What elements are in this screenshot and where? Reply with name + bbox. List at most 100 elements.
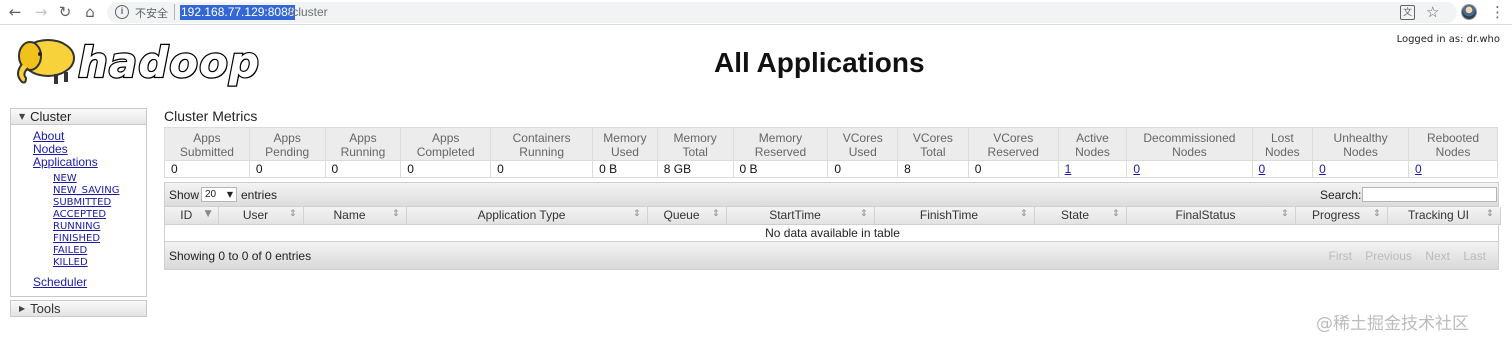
sidebar-link-scheduler[interactable]: Scheduler [33, 276, 87, 289]
sort-icon: ⇕ [1280, 209, 1289, 219]
metric-header: Unhealthy Nodes [1312, 127, 1410, 161]
metric-value: 0 B [592, 160, 658, 178]
sort-icon: ⇕ [1111, 209, 1120, 219]
logged-in-user: Logged in as: dr.who [1396, 34, 1500, 45]
column-header-queue[interactable]: Queue ⇕ [647, 207, 727, 225]
sort-icon: ⇕ [711, 209, 720, 219]
metric-value: 8 [897, 160, 969, 178]
sidebar-link-failed[interactable]: FAILED [53, 245, 87, 257]
hadoop-elephant-icon [17, 39, 75, 84]
column-header-id[interactable]: ID ▼ [165, 207, 219, 225]
browser-toolbar: ← → ↻ ⌂ i 不安全 192.168.77.129:8088 /clust… [0, 0, 1512, 25]
column-header-name[interactable]: Name ⇕ [303, 207, 407, 225]
metric-value: 0 B [732, 160, 829, 178]
url-divider [174, 4, 175, 20]
active-nodes-link[interactable]: 1 [1065, 162, 1072, 176]
hadoop-logo[interactable]: hadoop [10, 34, 260, 90]
rebooted-nodes-link[interactable]: 0 [1415, 162, 1422, 176]
column-header-application-type[interactable]: Application Type ⇕ [406, 207, 648, 225]
metric-value: 0 [400, 160, 492, 178]
sort-icon: ⇕ [1485, 209, 1494, 219]
pager-next-button[interactable]: Next [1425, 249, 1450, 263]
entries-label: entries [241, 188, 278, 202]
search-label: Search: [1320, 188, 1362, 202]
url-path[interactable]: /cluster [289, 5, 328, 20]
triangle-down-icon: ▼ [19, 112, 26, 121]
metric-value: 0 [827, 160, 899, 178]
metric-value: 0 [324, 160, 402, 178]
metric-value: 0 [490, 160, 594, 178]
sidebar-link-new-saving[interactable]: NEW_SAVING [53, 185, 119, 197]
unhealthy-nodes-link[interactable]: 0 [1319, 162, 1326, 176]
sidebar-cluster-panel: ▼ Cluster About Nodes Applications NEW NE… [10, 108, 147, 297]
metric-header: Apps Pending [248, 127, 326, 161]
logo-text: hadoop [77, 37, 261, 88]
metric-value: 0 [248, 160, 326, 178]
bookmark-star-icon[interactable]: ☆ [1426, 3, 1439, 21]
metric-header: Rebooted Nodes [1408, 127, 1498, 161]
sort-icon: ⇕ [391, 209, 400, 219]
sidebar-link-killed[interactable]: KILLED [53, 257, 88, 269]
column-header-progress[interactable]: Progress ⇕ [1295, 207, 1388, 225]
sidebar-link-finished[interactable]: FINISHED [53, 233, 100, 245]
metric-value: 0 [967, 160, 1059, 178]
url-host[interactable]: 192.168.77.129:8088 [180, 5, 296, 20]
metric-header: Containers Running [490, 127, 594, 161]
info-icon[interactable]: i [115, 5, 129, 19]
cluster-panel-header[interactable]: ▼ Cluster [11, 109, 146, 125]
metric-header: Decommissioned Nodes [1126, 127, 1253, 161]
caret-down-icon: ▼ [226, 190, 233, 199]
translate-icon[interactable]: 文 [1400, 5, 1415, 20]
metric-header: VCores Used [827, 127, 899, 161]
sort-desc-icon: ▼ [204, 209, 212, 219]
sidebar-link-running[interactable]: RUNNING [53, 221, 100, 233]
column-header-tracking-ui[interactable]: Tracking UI ⇕ [1387, 207, 1501, 225]
sidebar-link-new[interactable]: NEW [53, 173, 77, 185]
applications-table-wrapper: Show 20 ▼ entries Search: ID ▼ User ⇕ Name… [164, 182, 1501, 270]
column-header-starttime[interactable]: StartTime ⇕ [726, 207, 875, 225]
sort-icon: ⇕ [632, 209, 641, 219]
home-icon[interactable]: ⌂ [80, 2, 100, 22]
address-bar[interactable]: i 不安全 192.168.77.129:8088 /cluster 文 ☆ [107, 2, 1457, 23]
metric-header: Apps Submitted [164, 127, 250, 161]
metric-value-cell: 0 [1126, 160, 1253, 178]
cluster-metrics-table: Apps Submitted Apps Pending Apps Running Ap… [164, 127, 1498, 178]
pager-first-button[interactable]: First [1329, 249, 1352, 263]
back-arrow-icon[interactable]: ← [5, 2, 25, 22]
metric-value-cell: 1 [1057, 160, 1128, 178]
column-header-user[interactable]: User ⇕ [218, 207, 304, 225]
table-footer: Showing 0 to 0 of 0 entries First Previo… [165, 241, 1498, 269]
metric-header: Memory Reserved [732, 127, 829, 161]
sidebar-link-accepted[interactable]: ACCEPTED [53, 209, 106, 221]
browser-menu-icon[interactable]: ⋮ [1490, 3, 1505, 21]
insecure-label: 不安全 [135, 7, 168, 20]
column-header-state[interactable]: State ⇕ [1034, 207, 1127, 225]
reload-icon[interactable]: ↻ [55, 2, 75, 22]
metric-header: Lost Nodes [1251, 127, 1314, 161]
lost-nodes-link[interactable]: 0 [1259, 162, 1266, 176]
watermark: @稀土掘金技术社区 [1316, 314, 1469, 334]
cluster-metrics-caption: Cluster Metrics [164, 108, 258, 124]
sidebar-link-applications[interactable]: Applications [33, 156, 98, 169]
entries-select[interactable]: 20 ▼ [201, 187, 237, 202]
column-header-finishtime[interactable]: FinishTime ⇕ [874, 207, 1035, 225]
show-label: Show [169, 188, 200, 202]
metrics-values-row: 0 0 0 0 0 0 B 8 GB 0 B 0 8 0 1 0 0 0 0 [164, 160, 1498, 178]
metric-header: Memory Total [656, 127, 734, 161]
cluster-label: Cluster [30, 109, 72, 124]
sort-icon: ⇕ [1372, 209, 1381, 219]
sidebar-link-submitted[interactable]: SUBMITTED [53, 197, 111, 209]
column-header-finalstatus[interactable]: FinalStatus ⇕ [1126, 207, 1296, 225]
sort-icon: ⇕ [288, 209, 297, 219]
metric-value-cell: 0 [1251, 160, 1314, 178]
decommissioned-nodes-link[interactable]: 0 [1133, 162, 1140, 176]
sidebar-tools-panel[interactable]: ▶ Tools [10, 300, 147, 317]
pager-previous-button[interactable]: Previous [1365, 249, 1412, 263]
search-input[interactable] [1362, 187, 1497, 202]
forward-arrow-icon[interactable]: → [31, 2, 51, 22]
tools-label: Tools [30, 301, 61, 316]
metric-header: VCores Total [897, 127, 969, 161]
pager-last-button[interactable]: Last [1463, 249, 1486, 263]
applications-table: ID ▼ User ⇕ Name ⇕ Application Type ⇕ Queue ⇕… [165, 207, 1501, 241]
profile-avatar-icon[interactable] [1461, 4, 1477, 20]
